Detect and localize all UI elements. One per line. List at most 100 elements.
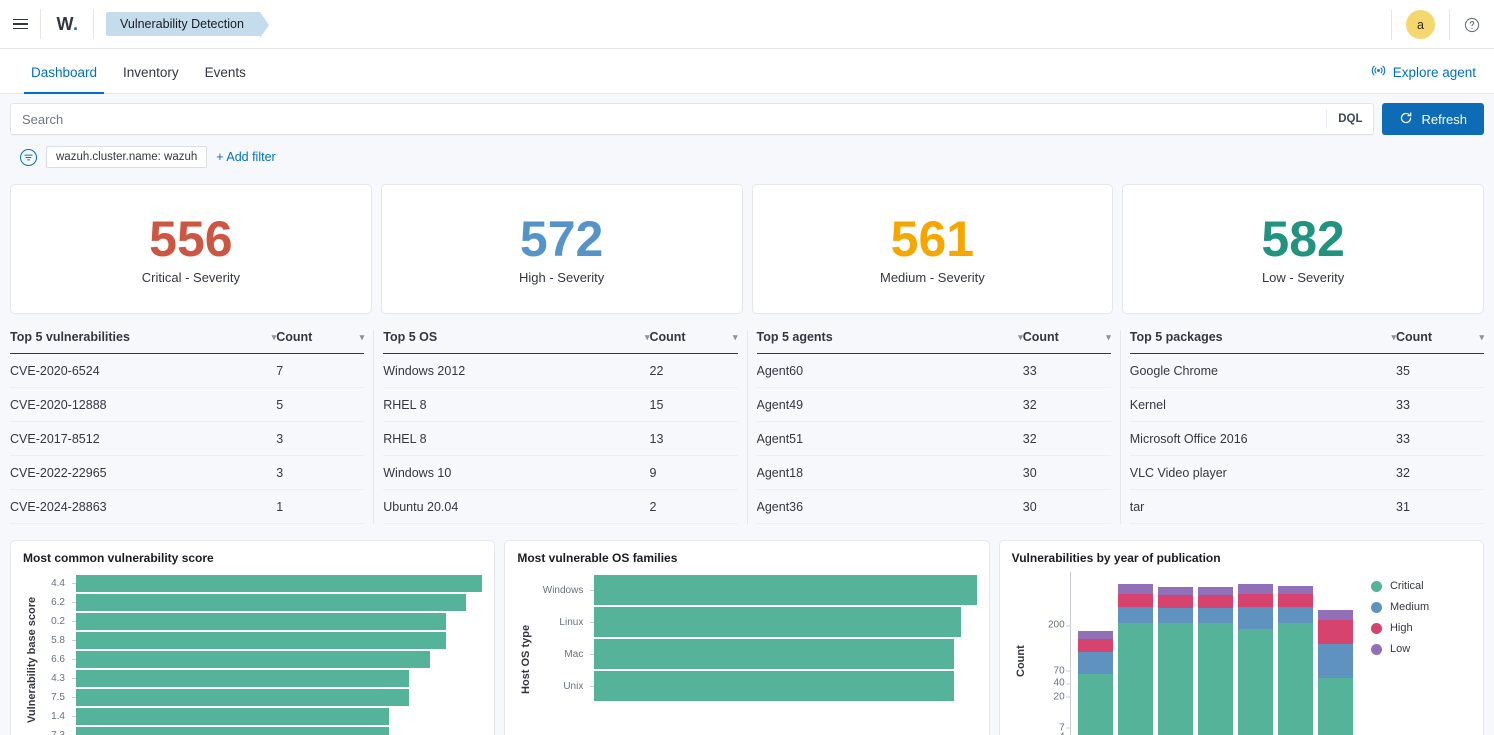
table-row[interactable]: Agent36 30 xyxy=(757,490,1111,524)
tab-dashboard[interactable]: Dashboard xyxy=(18,65,110,93)
bar[interactable] xyxy=(76,708,389,725)
legend-item-high[interactable]: High xyxy=(1371,622,1471,634)
bar-segment-medium[interactable] xyxy=(1318,644,1353,678)
bar-segment-critical[interactable] xyxy=(1318,678,1353,735)
table-row[interactable]: Google Chrome 35 xyxy=(1130,354,1484,388)
bar-segment-critical[interactable] xyxy=(1278,623,1313,735)
bar-segment-high[interactable] xyxy=(1158,595,1193,608)
column-header-count[interactable]: Count▾ xyxy=(650,330,738,354)
cell-name: Windows 2012 xyxy=(383,354,649,388)
bar-segment-high[interactable] xyxy=(1278,594,1313,607)
metric-card-high[interactable]: 572 High - Severity xyxy=(381,184,743,314)
bar-segment-low[interactable] xyxy=(1158,587,1193,595)
query-language-button[interactable]: DQL xyxy=(1326,109,1373,129)
bar[interactable] xyxy=(594,607,961,637)
bar[interactable] xyxy=(76,727,389,735)
help-circle-icon[interactable] xyxy=(1450,0,1494,49)
bar-segment-medium[interactable] xyxy=(1158,608,1193,623)
bar[interactable] xyxy=(76,632,446,649)
bar[interactable] xyxy=(76,670,409,687)
column-header-count[interactable]: Count▾ xyxy=(1023,330,1111,354)
avatar[interactable]: a xyxy=(1406,10,1435,39)
table-row[interactable]: Agent18 30 xyxy=(757,456,1111,490)
cell-name: Kernel xyxy=(1130,388,1396,422)
table-row[interactable]: Agent51 32 xyxy=(757,422,1111,456)
bar-segment-medium[interactable] xyxy=(1078,652,1113,675)
filter-circle-icon[interactable] xyxy=(20,149,37,166)
tab-events[interactable]: Events xyxy=(192,65,259,93)
table-row[interactable]: Microsoft Office 2016 33 xyxy=(1130,422,1484,456)
bar-segment-low[interactable] xyxy=(1238,584,1273,594)
chevron-down-icon[interactable]: ▾ xyxy=(1479,333,1484,342)
add-filter-button[interactable]: + Add filter xyxy=(216,150,275,164)
table-row[interactable]: Agent49 32 xyxy=(757,388,1111,422)
table-row[interactable]: VLC Video player 32 xyxy=(1130,456,1484,490)
bar-segment-critical[interactable] xyxy=(1198,623,1233,735)
table-row[interactable]: RHEL 8 13 xyxy=(383,422,737,456)
explore-agent-button[interactable]: Explore agent xyxy=(1371,63,1476,81)
bar-segment-medium[interactable] xyxy=(1198,608,1233,623)
bar-segment-critical[interactable] xyxy=(1118,623,1153,735)
bar-segment-medium[interactable] xyxy=(1118,607,1153,623)
search-input[interactable] xyxy=(11,112,1326,127)
bar[interactable] xyxy=(76,613,446,630)
column-header-count[interactable]: Count▾ xyxy=(1396,330,1484,354)
bar-chart-score: 4.4 6.2 0.2 5.8 xyxy=(38,572,482,735)
bar-segment-critical[interactable] xyxy=(1238,629,1273,735)
filter-pill-cluster-name[interactable]: wazuh.cluster.name: wazuh xyxy=(46,146,207,168)
bar[interactable] xyxy=(76,689,409,706)
bar-segment-critical[interactable] xyxy=(1078,674,1113,735)
table-row[interactable]: Windows 10 9 xyxy=(383,456,737,490)
column-header-name[interactable]: Top 5 packages▾ xyxy=(1130,330,1396,354)
refresh-button[interactable]: Refresh xyxy=(1382,103,1484,135)
table-row[interactable]: Ubuntu 20.04 2 xyxy=(383,490,737,524)
bar-segment-high[interactable] xyxy=(1198,595,1233,608)
table-row[interactable]: Windows 2012 22 xyxy=(383,354,737,388)
tab-inventory[interactable]: Inventory xyxy=(110,65,192,93)
metric-card-low[interactable]: 582 Low - Severity xyxy=(1122,184,1484,314)
bar-segment-high[interactable] xyxy=(1078,639,1113,652)
bar[interactable] xyxy=(594,639,953,669)
bar[interactable] xyxy=(594,575,976,605)
metric-card-medium[interactable]: 561 Medium - Severity xyxy=(752,184,1114,314)
bar-segment-high[interactable] xyxy=(1318,620,1353,644)
legend-item-low[interactable]: Low xyxy=(1371,643,1471,655)
column-header-count[interactable]: Count▾ xyxy=(276,330,364,354)
bar-segment-critical[interactable] xyxy=(1158,623,1193,735)
table-row[interactable]: CVE-2024-28863 1 xyxy=(10,490,364,524)
legend-item-critical[interactable]: Critical xyxy=(1371,580,1471,592)
bar[interactable] xyxy=(76,651,430,668)
chevron-down-icon[interactable]: ▾ xyxy=(360,333,365,342)
table-row[interactable]: tar 31 xyxy=(1130,490,1484,524)
chevron-down-icon[interactable]: ▾ xyxy=(733,333,738,342)
bar-segment-high[interactable] xyxy=(1238,594,1273,607)
metric-card-critical[interactable]: 556 Critical - Severity xyxy=(10,184,372,314)
table-header-row: Top 5 agents▾ Count▾ xyxy=(757,330,1111,354)
table-row[interactable]: CVE-2020-6524 7 xyxy=(10,354,364,388)
table-row[interactable]: CVE-2022-22965 3 xyxy=(10,456,364,490)
bar-segment-low[interactable] xyxy=(1078,631,1113,639)
table-row[interactable]: Kernel 33 xyxy=(1130,388,1484,422)
column-header-name[interactable]: Top 5 agents▾ xyxy=(757,330,1023,354)
column-header-name[interactable]: Top 5 OS▾ xyxy=(383,330,649,354)
breadcrumb-item-vulnerability-detection[interactable]: Vulnerability Detection xyxy=(106,12,260,36)
bar[interactable] xyxy=(76,575,482,592)
column-header-name[interactable]: Top 5 vulnerabilities▾ xyxy=(10,330,276,354)
wazuh-logo[interactable]: W. xyxy=(41,0,93,49)
table-row[interactable]: RHEL 8 15 xyxy=(383,388,737,422)
table-row[interactable]: CVE-2020-12888 5 xyxy=(10,388,364,422)
bar-segment-high[interactable] xyxy=(1118,594,1153,607)
bar[interactable] xyxy=(594,671,953,701)
bar[interactable] xyxy=(76,594,466,611)
legend-item-medium[interactable]: Medium xyxy=(1371,601,1471,613)
table-row[interactable]: CVE-2017-8512 3 xyxy=(10,422,364,456)
hamburger-menu-icon[interactable] xyxy=(0,0,40,49)
bar-segment-low[interactable] xyxy=(1198,587,1233,595)
table-row[interactable]: Agent60 33 xyxy=(757,354,1111,388)
bar-segment-low[interactable] xyxy=(1118,584,1153,594)
bar-segment-low[interactable] xyxy=(1278,586,1313,594)
bar-segment-medium[interactable] xyxy=(1278,607,1313,623)
bar-segment-medium[interactable] xyxy=(1238,607,1273,630)
chevron-down-icon[interactable]: ▾ xyxy=(1106,333,1111,342)
bar-segment-low[interactable] xyxy=(1318,610,1353,620)
